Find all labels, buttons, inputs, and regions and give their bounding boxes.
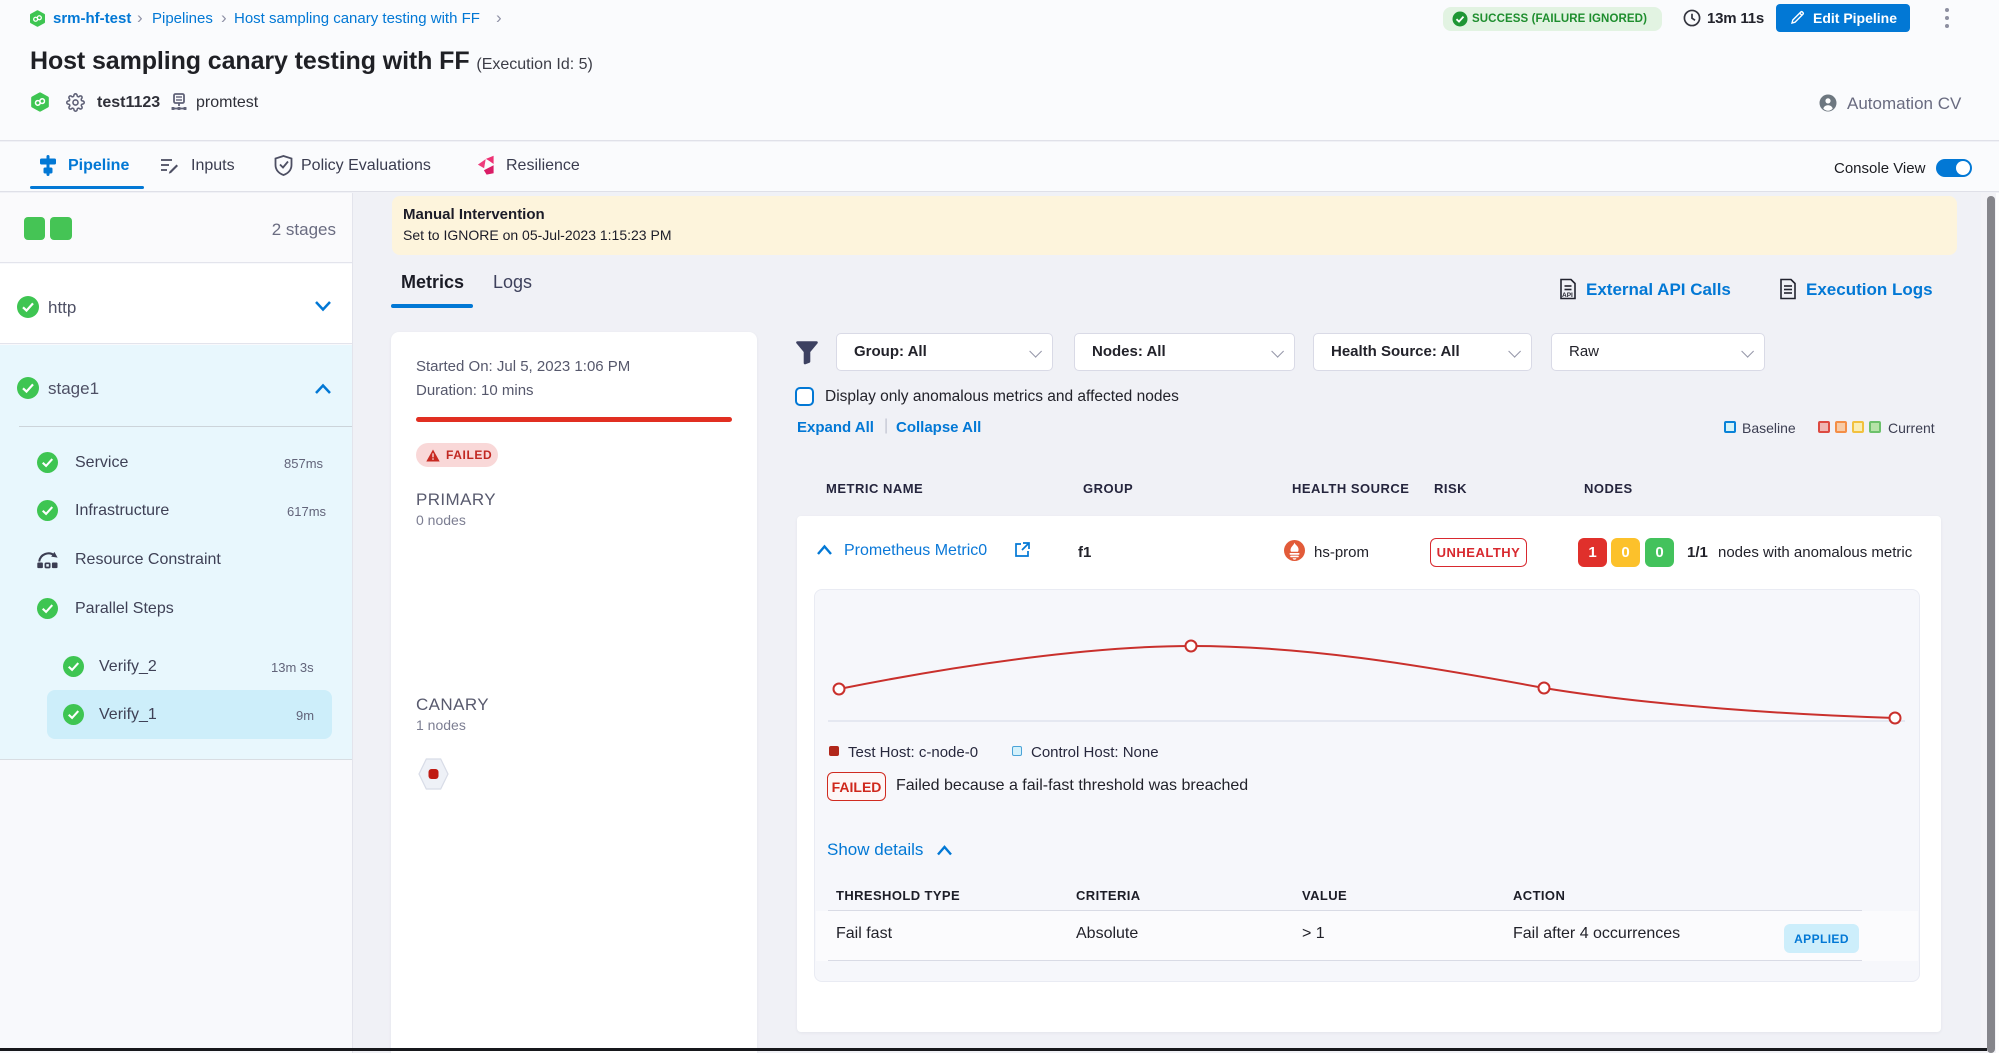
svg-text:API: API xyxy=(1562,292,1573,299)
